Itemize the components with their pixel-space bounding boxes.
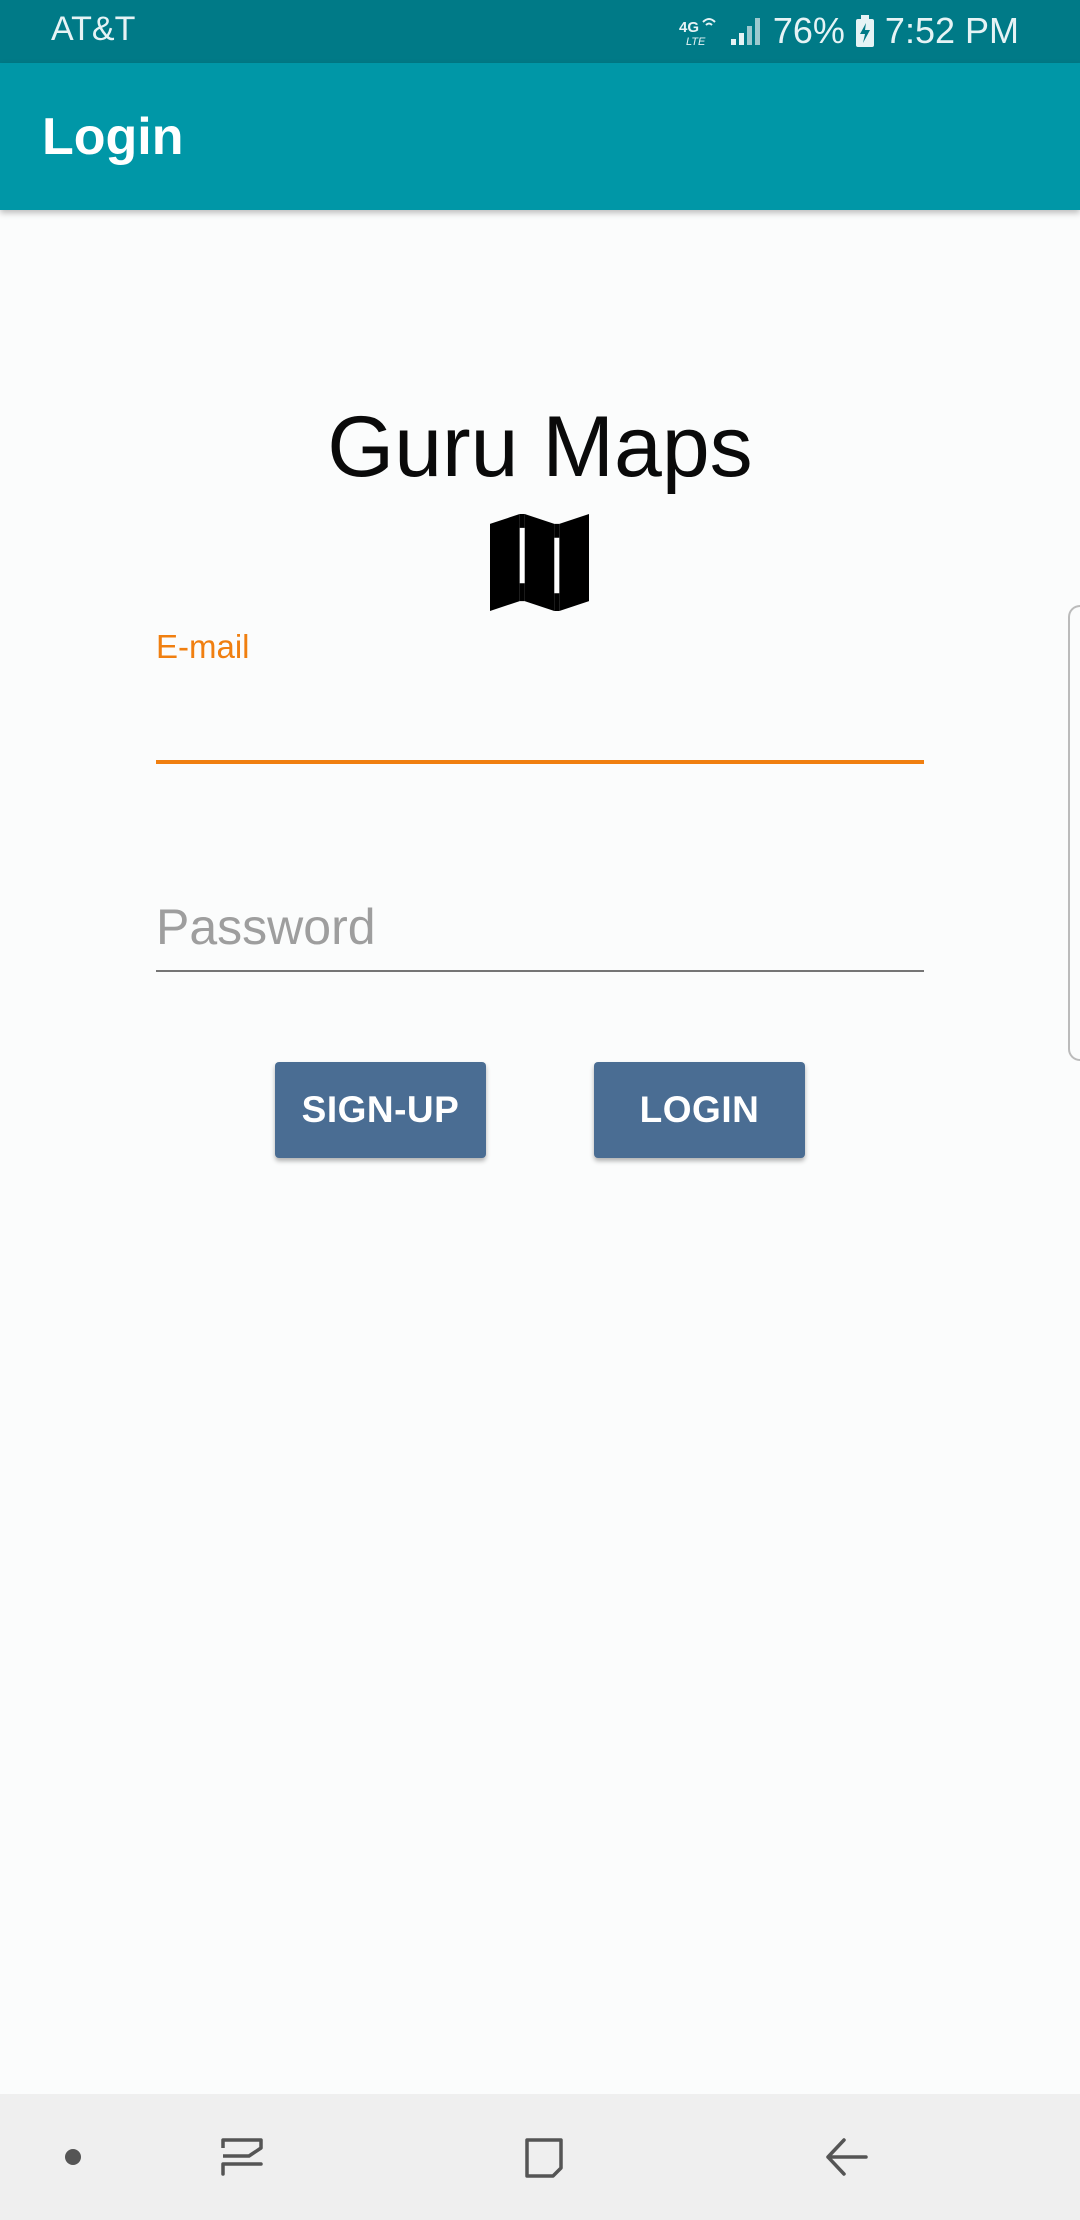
lte-signal-icon: 4G LTE	[679, 18, 716, 48]
status-icons: 4G LTE 76% 7:52 PM	[679, 10, 1019, 52]
edge-panel-handle[interactable]	[1068, 605, 1080, 1061]
dot-icon	[65, 2149, 81, 2165]
battery-charging-icon	[855, 15, 874, 47]
back-button[interactable]	[806, 2094, 886, 2220]
email-input[interactable]	[156, 684, 924, 754]
carrier-name: AT&T	[51, 10, 136, 48]
email-label: E-mail	[156, 628, 250, 665]
svg-text:4G: 4G	[679, 19, 699, 36]
brand-title: Guru Maps	[327, 399, 753, 495]
navigation-bar	[0, 2094, 1080, 2220]
password-input[interactable]	[156, 892, 924, 962]
recent-apps-button[interactable]	[200, 2094, 284, 2220]
svg-text:LTE: LTE	[686, 36, 706, 48]
cell-signal-icon	[730, 18, 760, 45]
nav-dot-button[interactable]	[40, 2094, 106, 2220]
email-underline	[156, 760, 924, 764]
back-icon	[826, 2138, 868, 2176]
login-button[interactable]: LOGIN	[594, 1062, 805, 1158]
signup-button[interactable]: SIGN-UP	[275, 1062, 486, 1158]
password-field-container	[156, 880, 924, 974]
battery-percent: 76%	[772, 10, 845, 51]
app-bar: Login	[0, 63, 1080, 210]
map-icon	[490, 514, 589, 612]
clock-time: 7:52 PM	[884, 10, 1019, 51]
page-title: Login	[42, 108, 184, 166]
recent-apps-icon	[221, 2138, 263, 2176]
home-icon	[525, 2138, 563, 2178]
home-button[interactable]	[504, 2094, 584, 2220]
password-underline	[156, 970, 924, 972]
email-field-container: E-mail	[156, 624, 924, 764]
status-bar: AT&T 4G LTE 76% 7:52 PM	[0, 0, 1080, 63]
